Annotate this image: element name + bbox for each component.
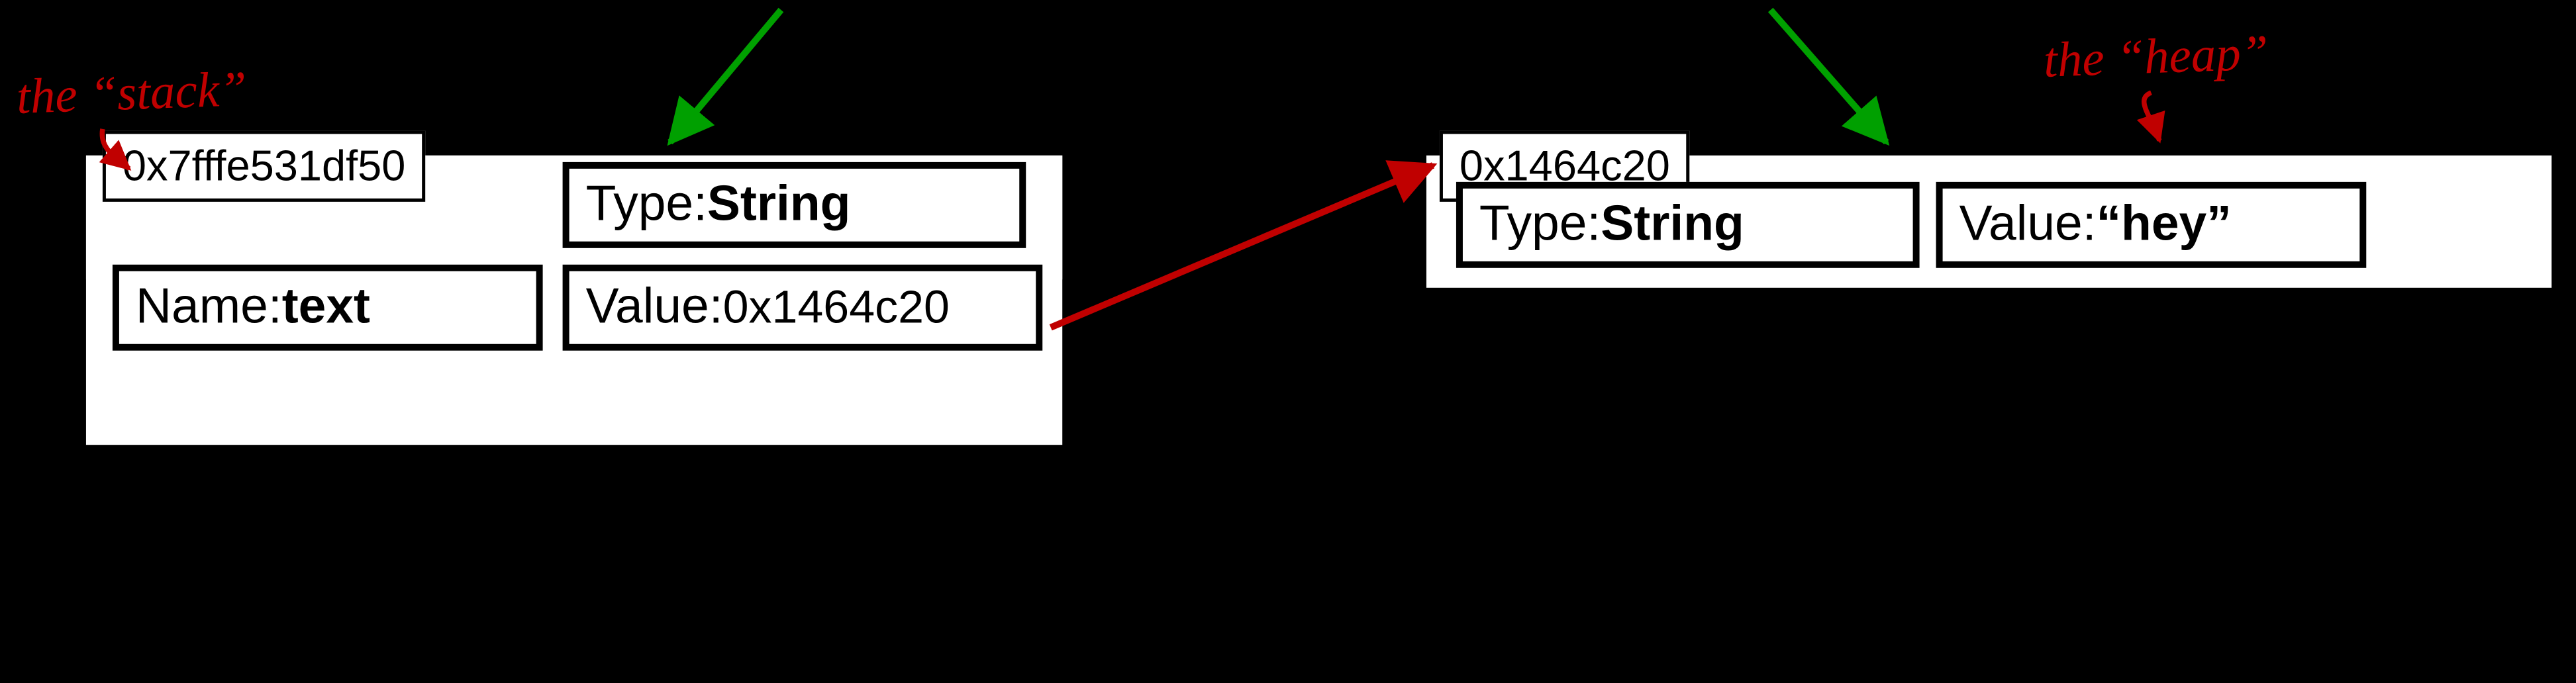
annotation-stack: the “stack” (16, 62, 248, 126)
heap-type-value: String (1601, 197, 1744, 253)
arrow-to-stack (670, 10, 781, 142)
heap-value-label: Value: (1959, 197, 2097, 253)
stack-value-value: 0x1464c20 (723, 281, 950, 334)
squiggle-heap (2144, 93, 2159, 140)
stack-name-value: text (282, 279, 370, 336)
heap-type-cell: Type: String (1456, 182, 1920, 268)
arrow-to-heap (1771, 10, 1887, 142)
arrow-pointer (1051, 165, 1433, 328)
stack-value-cell: Value: 0x1464c20 (563, 265, 1043, 351)
stack-address: 0x7fffe531df50 (103, 130, 426, 201)
heap-value-cell: Value: “hey” (1936, 182, 2367, 268)
stack-type-label: Type: (586, 177, 707, 233)
stack-type-value: String (707, 177, 851, 233)
stack-name-label: Name: (136, 279, 282, 336)
heap-value-value: “hey” (2097, 197, 2232, 253)
heap-type-label: Type: (1479, 197, 1601, 253)
annotation-heap: the “heap” (2043, 26, 2269, 90)
stack-name-cell: Name: text (113, 265, 543, 351)
stack-value-label: Value: (586, 279, 723, 336)
stack-type-cell: Type: String (563, 162, 1026, 248)
